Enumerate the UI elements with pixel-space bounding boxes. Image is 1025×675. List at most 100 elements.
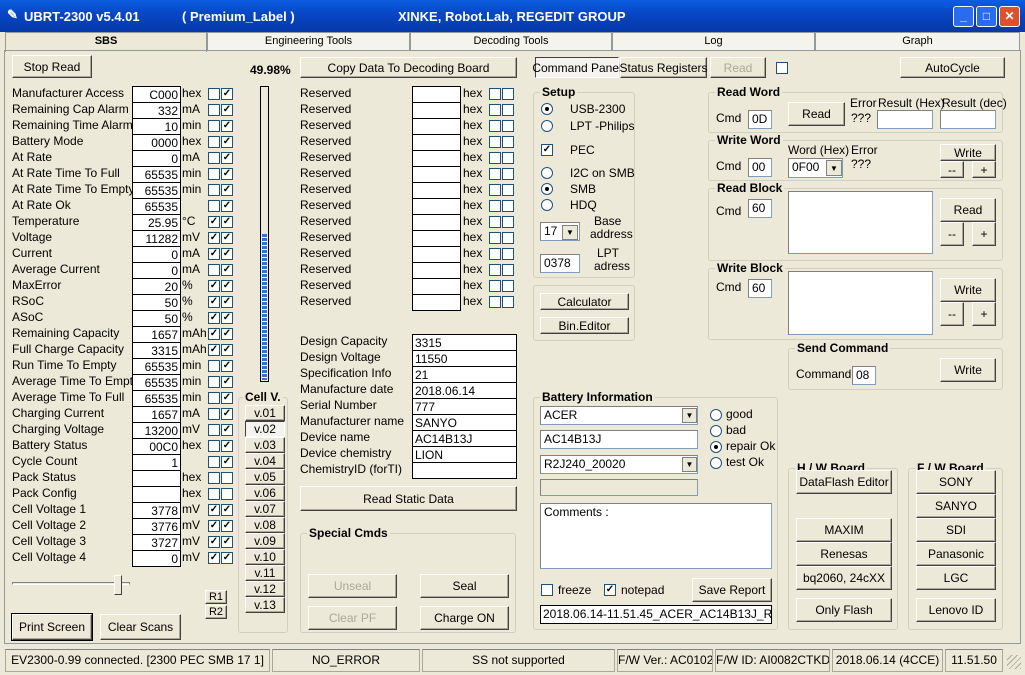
charge-on-button[interactable]: Charge ON	[420, 606, 509, 630]
cell-v-button[interactable]: v.08	[245, 517, 285, 533]
field-checkbox-1[interactable]: ✓	[208, 504, 220, 516]
comments-textarea[interactable]: Comments :	[540, 503, 772, 569]
clear-pf-button[interactable]: Clear PF	[308, 606, 397, 630]
slider-track[interactable]	[12, 582, 130, 585]
cell-v-button[interactable]: v.11	[245, 565, 285, 581]
field-checkbox-1[interactable]	[208, 456, 220, 468]
field-checkbox-2[interactable]	[221, 472, 233, 484]
reserved-checkbox-1[interactable]	[489, 168, 501, 180]
field-checkbox-1[interactable]	[208, 120, 220, 132]
tab-decoding-tools[interactable]: Decoding Tools	[410, 32, 612, 50]
cell-v-button[interactable]: v.05	[245, 469, 285, 485]
field-checkbox-1[interactable]: ✓	[208, 232, 220, 244]
cell-v-button[interactable]: v.12	[245, 581, 285, 597]
field-checkbox-2[interactable]: ✓	[221, 168, 233, 180]
write-word-cmd-input[interactable]: 00	[748, 158, 772, 177]
read-word-button[interactable]: Read	[788, 102, 845, 126]
field-checkbox-2[interactable]: ✓	[221, 248, 233, 260]
read-block-plus-button[interactable]: +	[972, 222, 996, 246]
field-checkbox-2[interactable]: ✓	[221, 264, 233, 276]
maximize-button[interactable]: □	[976, 6, 997, 27]
write-block-data[interactable]	[788, 271, 933, 335]
copy-to-decoding-button[interactable]: Copy Data To Decoding Board	[300, 57, 517, 78]
fw-board-button[interactable]: SONY	[916, 470, 996, 494]
notepad-checkbox[interactable]: ✓	[604, 584, 616, 596]
field-checkbox-1[interactable]: ✓	[208, 536, 220, 548]
field-checkbox-2[interactable]: ✓	[221, 104, 233, 116]
field-checkbox-2[interactable]: ✓	[221, 360, 233, 372]
reserved-checkbox-2[interactable]	[502, 120, 514, 132]
command-panel-tab[interactable]: Command Panel	[532, 57, 622, 78]
field-checkbox-1[interactable]	[208, 360, 220, 372]
write-word-minus-button[interactable]: --	[940, 161, 964, 178]
usb-2300-radio[interactable]	[541, 103, 553, 115]
save-report-button[interactable]: Save Report	[692, 578, 772, 602]
write-block-minus-button[interactable]: --	[940, 302, 964, 326]
field-checkbox-1[interactable]	[208, 264, 220, 276]
field-checkbox-2[interactable]: ✓	[221, 88, 233, 100]
write-word-button[interactable]: Write	[940, 144, 996, 161]
reserved-checkbox-2[interactable]	[502, 200, 514, 212]
cell-v-button[interactable]: v.03	[245, 437, 285, 453]
field-checkbox-1[interactable]: ✓	[208, 312, 220, 324]
reserved-checkbox-2[interactable]	[502, 264, 514, 276]
reserved-checkbox-2[interactable]	[502, 88, 514, 100]
field-checkbox-2[interactable]: ✓	[221, 552, 233, 564]
reserved-checkbox-2[interactable]	[502, 280, 514, 292]
read-block-minus-button[interactable]: --	[940, 222, 964, 246]
reserved-checkbox-2[interactable]	[502, 104, 514, 116]
write-word-plus-button[interactable]: +	[972, 161, 996, 178]
field-checkbox-2[interactable]: ✓	[221, 184, 233, 196]
print-screen-button[interactable]: Print Screen	[11, 613, 93, 641]
write-block-plus-button[interactable]: +	[972, 302, 996, 326]
read-button-top[interactable]: Read	[710, 57, 766, 78]
read-block-button[interactable]: Read	[940, 198, 996, 222]
clear-scans-button[interactable]: Clear Scans	[100, 614, 181, 640]
dropdown-arrow-icon[interactable]: ▼	[682, 457, 697, 472]
field-checkbox-1[interactable]	[208, 152, 220, 164]
dropdown-arrow-icon[interactable]: ▼	[682, 408, 697, 423]
hw-board-button[interactable]: MAXIM	[796, 518, 892, 542]
fw-board-button[interactable]: LGC	[916, 566, 996, 590]
battery-part-select[interactable]: R2J240_20020	[540, 455, 698, 474]
tab-sbs[interactable]: SBS	[5, 32, 207, 52]
field-checkbox-1[interactable]: ✓	[208, 520, 220, 532]
field-checkbox-2[interactable]: ✓	[221, 312, 233, 324]
field-checkbox-1[interactable]: ✓	[208, 344, 220, 356]
field-checkbox-1[interactable]	[208, 88, 220, 100]
seal-button[interactable]: Seal	[420, 574, 509, 598]
bin-editor-button[interactable]: Bin.Editor	[540, 317, 629, 334]
field-checkbox-2[interactable]: ✓	[221, 456, 233, 468]
fw-board-button[interactable]: SDI	[916, 518, 996, 542]
field-checkbox-2[interactable]: ✓	[221, 136, 233, 148]
field-checkbox-1[interactable]	[208, 408, 220, 420]
status-good-radio[interactable]	[710, 409, 722, 421]
field-checkbox-1[interactable]: ✓	[208, 296, 220, 308]
send-command-write-button[interactable]: Write	[940, 358, 996, 382]
reserved-checkbox-1[interactable]	[489, 232, 501, 244]
field-checkbox-1[interactable]	[208, 424, 220, 436]
reserved-checkbox-2[interactable]	[502, 168, 514, 180]
field-checkbox-1[interactable]	[208, 376, 220, 388]
reserved-checkbox-1[interactable]	[489, 152, 501, 164]
r2-button[interactable]: R2	[205, 605, 227, 619]
field-checkbox-1[interactable]	[208, 200, 220, 212]
send-command-input[interactable]: 08	[852, 366, 876, 385]
freeze-checkbox[interactable]	[541, 584, 553, 596]
field-checkbox-2[interactable]: ✓	[221, 200, 233, 212]
reserved-checkbox-1[interactable]	[489, 216, 501, 228]
autoread-checkbox[interactable]	[776, 62, 788, 74]
tab-log[interactable]: Log	[612, 32, 815, 50]
cell-v-button[interactable]: v.02	[245, 421, 285, 437]
r1-button[interactable]: R1	[205, 590, 227, 604]
field-checkbox-2[interactable]: ✓	[221, 344, 233, 356]
field-checkbox-2[interactable]: ✓	[221, 424, 233, 436]
field-checkbox-2[interactable]: ✓	[221, 392, 233, 404]
reserved-checkbox-1[interactable]	[489, 120, 501, 132]
read-static-data-button[interactable]: Read Static Data	[300, 486, 517, 511]
read-word-cmd-input[interactable]: 0D	[748, 110, 772, 129]
reserved-checkbox-1[interactable]	[489, 88, 501, 100]
field-checkbox-1[interactable]: ✓	[208, 280, 220, 292]
status-repair-radio[interactable]	[710, 441, 722, 453]
field-checkbox-1[interactable]: ✓	[208, 248, 220, 260]
